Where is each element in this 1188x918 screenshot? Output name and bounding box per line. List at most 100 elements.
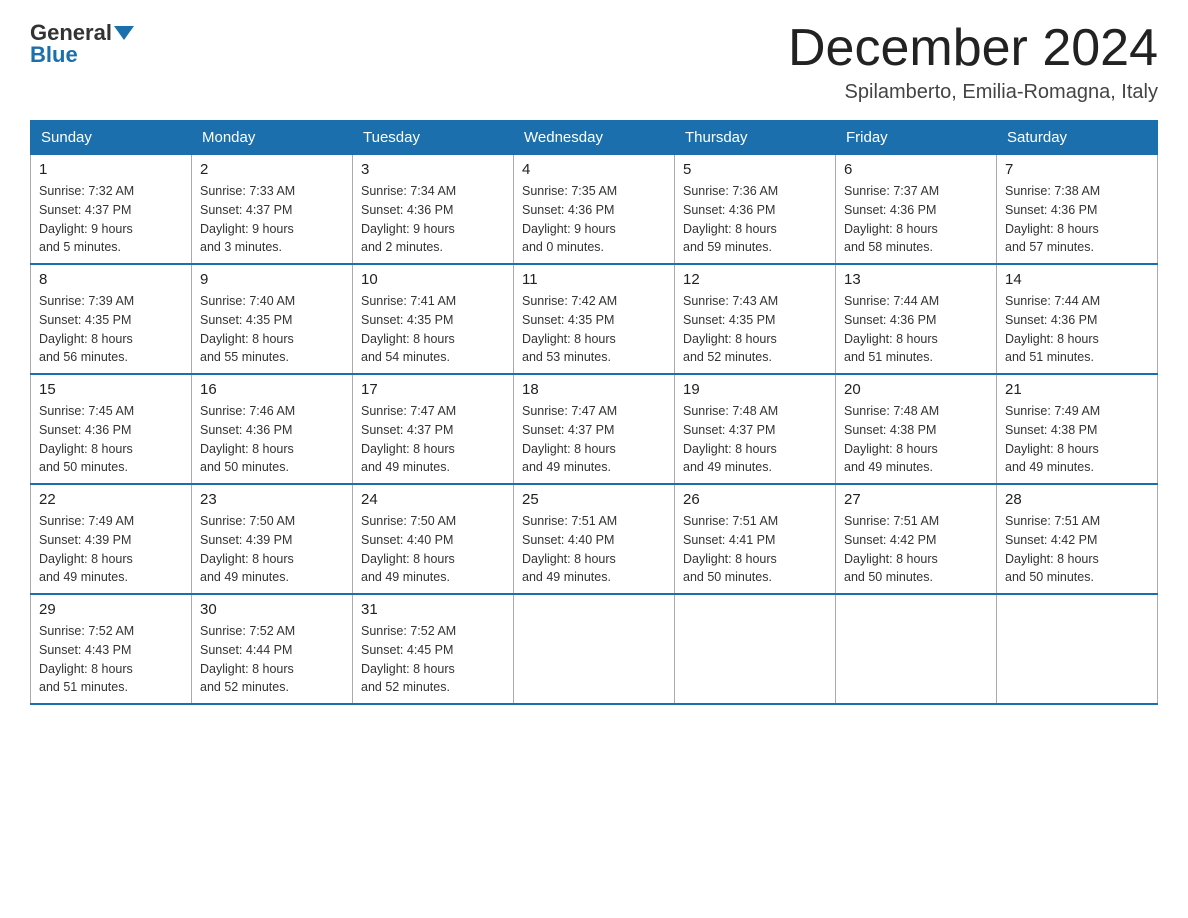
day-info: Sunrise: 7:47 AMSunset: 4:37 PMDaylight:… bbox=[361, 402, 505, 477]
day-info: Sunrise: 7:51 AMSunset: 4:41 PMDaylight:… bbox=[683, 512, 827, 587]
calendar-cell: 24 Sunrise: 7:50 AMSunset: 4:40 PMDayligh… bbox=[353, 484, 514, 594]
day-number: 25 bbox=[522, 491, 666, 508]
day-info: Sunrise: 7:49 AMSunset: 4:39 PMDaylight:… bbox=[39, 512, 183, 587]
calendar-cell: 13Sunrise: 7:44 AMSunset: 4:36 PMDayligh… bbox=[836, 264, 997, 374]
location-subtitle: Spilamberto, Emilia-Romagna, Italy bbox=[788, 81, 1158, 104]
day-number: 9 bbox=[200, 271, 344, 288]
day-number: 13 bbox=[844, 271, 988, 288]
day-number: 11 bbox=[522, 271, 666, 288]
day-number: 15 bbox=[39, 381, 183, 398]
day-number: 5 bbox=[683, 161, 827, 178]
calendar-cell: 17 Sunrise: 7:47 AMSunset: 4:37 PMDayligh… bbox=[353, 374, 514, 484]
calendar-cell: 5 Sunrise: 7:36 AMSunset: 4:36 PMDaylight… bbox=[675, 155, 836, 265]
day-info: Sunrise: 7:48 AMSunset: 4:37 PMDaylight:… bbox=[683, 402, 827, 477]
day-number: 7 bbox=[1005, 161, 1149, 178]
day-number: 24 bbox=[361, 491, 505, 508]
day-info: Sunrise: 7:44 AMSunset: 4:36 PMDaylight:… bbox=[1005, 292, 1149, 367]
day-number: 17 bbox=[361, 381, 505, 398]
calendar-cell bbox=[514, 594, 675, 704]
calendar-cell: 11 Sunrise: 7:42 AMSunset: 4:35 PMDayligh… bbox=[514, 264, 675, 374]
calendar-cell: 23 Sunrise: 7:50 AMSunset: 4:39 PMDayligh… bbox=[192, 484, 353, 594]
calendar-cell: 20Sunrise: 7:48 AMSunset: 4:38 PMDayligh… bbox=[836, 374, 997, 484]
day-info: Sunrise: 7:52 AMSunset: 4:44 PMDaylight:… bbox=[200, 622, 344, 697]
calendar-week-3: 15 Sunrise: 7:45 AMSunset: 4:36 PMDayligh… bbox=[31, 374, 1158, 484]
calendar-cell: 3 Sunrise: 7:34 AMSunset: 4:36 PMDaylight… bbox=[353, 155, 514, 265]
calendar-cell bbox=[997, 594, 1158, 704]
logo-blue-text: Blue bbox=[30, 42, 78, 68]
day-number: 2 bbox=[200, 161, 344, 178]
calendar-cell: 12 Sunrise: 7:43 AMSunset: 4:35 PMDayligh… bbox=[675, 264, 836, 374]
day-info: Sunrise: 7:39 AMSunset: 4:35 PMDaylight:… bbox=[39, 292, 183, 367]
calendar-table: SundayMondayTuesdayWednesdayThursdayFrid… bbox=[30, 120, 1158, 705]
logo-arrow-icon bbox=[114, 26, 134, 40]
day-number: 1 bbox=[39, 161, 183, 178]
day-info: Sunrise: 7:36 AMSunset: 4:36 PMDaylight:… bbox=[683, 182, 827, 257]
title-block: December 2024 Spilamberto, Emilia-Romagn… bbox=[788, 20, 1158, 104]
day-number: 22 bbox=[39, 491, 183, 508]
page-header: General Blue December 2024 Spilamberto, … bbox=[30, 20, 1158, 104]
calendar-cell: 25Sunrise: 7:51 AMSunset: 4:40 PMDayligh… bbox=[514, 484, 675, 594]
day-info: Sunrise: 7:32 AMSunset: 4:37 PMDaylight:… bbox=[39, 182, 183, 257]
header-sunday: Sunday bbox=[31, 121, 192, 155]
day-info: Sunrise: 7:42 AMSunset: 4:35 PMDaylight:… bbox=[522, 292, 666, 367]
calendar-cell: 8 Sunrise: 7:39 AMSunset: 4:35 PMDaylight… bbox=[31, 264, 192, 374]
day-number: 27 bbox=[844, 491, 988, 508]
day-number: 4 bbox=[522, 161, 666, 178]
header-tuesday: Tuesday bbox=[353, 121, 514, 155]
calendar-cell: 10Sunrise: 7:41 AMSunset: 4:35 PMDayligh… bbox=[353, 264, 514, 374]
calendar-cell: 26 Sunrise: 7:51 AMSunset: 4:41 PMDayligh… bbox=[675, 484, 836, 594]
day-number: 23 bbox=[200, 491, 344, 508]
calendar-cell: 14Sunrise: 7:44 AMSunset: 4:36 PMDayligh… bbox=[997, 264, 1158, 374]
day-number: 16 bbox=[200, 381, 344, 398]
header-thursday: Thursday bbox=[675, 121, 836, 155]
calendar-cell: 15 Sunrise: 7:45 AMSunset: 4:36 PMDayligh… bbox=[31, 374, 192, 484]
day-number: 12 bbox=[683, 271, 827, 288]
calendar-body: 1 Sunrise: 7:32 AMSunset: 4:37 PMDaylight… bbox=[31, 155, 1158, 705]
day-info: Sunrise: 7:34 AMSunset: 4:36 PMDaylight:… bbox=[361, 182, 505, 257]
calendar-cell: 1 Sunrise: 7:32 AMSunset: 4:37 PMDaylight… bbox=[31, 155, 192, 265]
day-number: 3 bbox=[361, 161, 505, 178]
logo: General Blue bbox=[30, 20, 136, 68]
day-number: 28 bbox=[1005, 491, 1149, 508]
day-info: Sunrise: 7:37 AMSunset: 4:36 PMDaylight:… bbox=[844, 182, 988, 257]
day-info: Sunrise: 7:50 AMSunset: 4:39 PMDaylight:… bbox=[200, 512, 344, 587]
day-info: Sunrise: 7:50 AMSunset: 4:40 PMDaylight:… bbox=[361, 512, 505, 587]
day-info: Sunrise: 7:49 AMSunset: 4:38 PMDaylight:… bbox=[1005, 402, 1149, 477]
month-title: December 2024 bbox=[788, 20, 1158, 77]
header-saturday: Saturday bbox=[997, 121, 1158, 155]
calendar-cell bbox=[675, 594, 836, 704]
day-number: 29 bbox=[39, 601, 183, 618]
header-friday: Friday bbox=[836, 121, 997, 155]
header-wednesday: Wednesday bbox=[514, 121, 675, 155]
calendar-cell: 22 Sunrise: 7:49 AMSunset: 4:39 PMDayligh… bbox=[31, 484, 192, 594]
day-info: Sunrise: 7:46 AMSunset: 4:36 PMDaylight:… bbox=[200, 402, 344, 477]
day-number: 10 bbox=[361, 271, 505, 288]
calendar-cell: 2 Sunrise: 7:33 AMSunset: 4:37 PMDaylight… bbox=[192, 155, 353, 265]
day-info: Sunrise: 7:47 AMSunset: 4:37 PMDaylight:… bbox=[522, 402, 666, 477]
day-number: 26 bbox=[683, 491, 827, 508]
day-info: Sunrise: 7:45 AMSunset: 4:36 PMDaylight:… bbox=[39, 402, 183, 477]
header-monday: Monday bbox=[192, 121, 353, 155]
calendar-week-2: 8 Sunrise: 7:39 AMSunset: 4:35 PMDaylight… bbox=[31, 264, 1158, 374]
day-number: 6 bbox=[844, 161, 988, 178]
calendar-cell: 31 Sunrise: 7:52 AMSunset: 4:45 PMDayligh… bbox=[353, 594, 514, 704]
day-info: Sunrise: 7:52 AMSunset: 4:45 PMDaylight:… bbox=[361, 622, 505, 697]
calendar-cell: 16 Sunrise: 7:46 AMSunset: 4:36 PMDayligh… bbox=[192, 374, 353, 484]
day-number: 21 bbox=[1005, 381, 1149, 398]
day-info: Sunrise: 7:48 AMSunset: 4:38 PMDaylight:… bbox=[844, 402, 988, 477]
day-info: Sunrise: 7:51 AMSunset: 4:42 PMDaylight:… bbox=[1005, 512, 1149, 587]
day-info: Sunrise: 7:33 AMSunset: 4:37 PMDaylight:… bbox=[200, 182, 344, 257]
day-info: Sunrise: 7:52 AMSunset: 4:43 PMDaylight:… bbox=[39, 622, 183, 697]
calendar-cell: 30 Sunrise: 7:52 AMSunset: 4:44 PMDayligh… bbox=[192, 594, 353, 704]
day-info: Sunrise: 7:43 AMSunset: 4:35 PMDaylight:… bbox=[683, 292, 827, 367]
day-info: Sunrise: 7:40 AMSunset: 4:35 PMDaylight:… bbox=[200, 292, 344, 367]
calendar-cell: 27 Sunrise: 7:51 AMSunset: 4:42 PMDayligh… bbox=[836, 484, 997, 594]
day-number: 8 bbox=[39, 271, 183, 288]
day-number: 19 bbox=[683, 381, 827, 398]
day-number: 31 bbox=[361, 601, 505, 618]
calendar-cell: 21 Sunrise: 7:49 AMSunset: 4:38 PMDayligh… bbox=[997, 374, 1158, 484]
day-number: 30 bbox=[200, 601, 344, 618]
day-info: Sunrise: 7:51 AMSunset: 4:42 PMDaylight:… bbox=[844, 512, 988, 587]
day-info: Sunrise: 7:35 AMSunset: 4:36 PMDaylight:… bbox=[522, 182, 666, 257]
day-number: 18 bbox=[522, 381, 666, 398]
